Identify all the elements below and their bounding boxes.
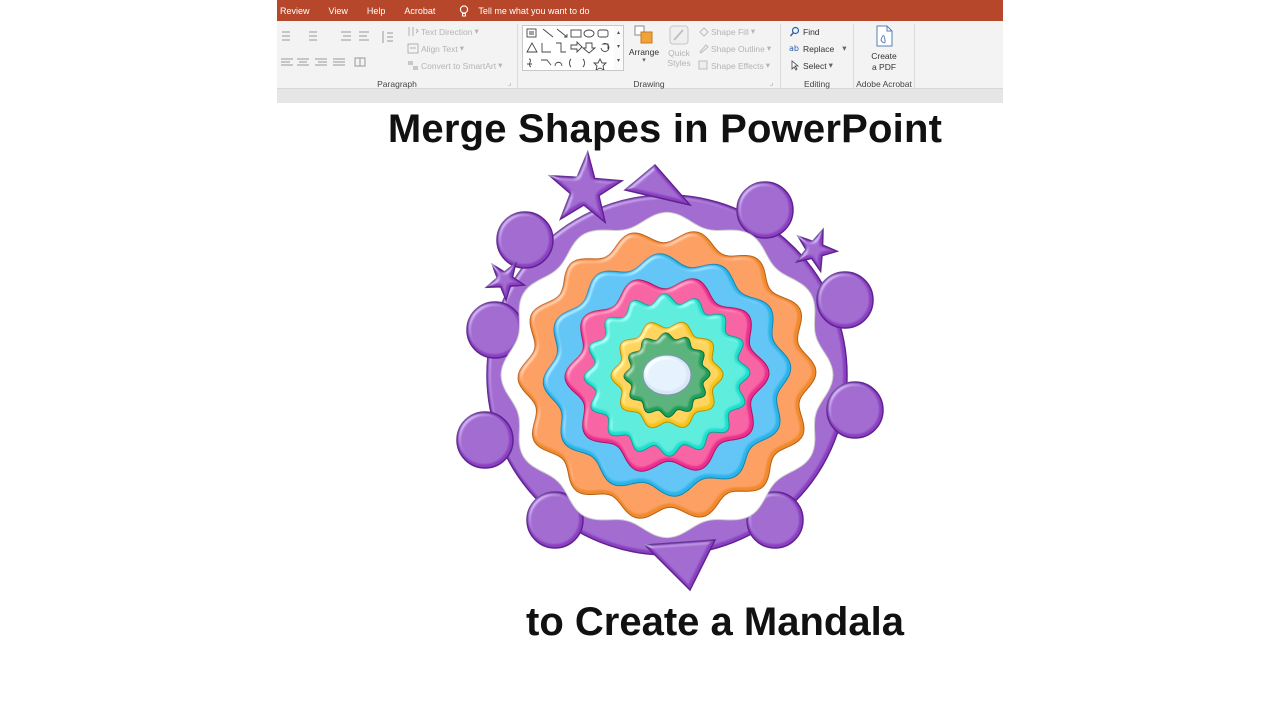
create-pdf-button[interactable]: Create a PDF xyxy=(854,24,914,73)
shape-effects-label: Shape Effects xyxy=(711,60,764,71)
lightbulb-icon xyxy=(460,4,469,17)
text-direction-label: Text Direction xyxy=(421,26,473,37)
ribbon: Text Direction ▾ Align Text ▾ Convert to… xyxy=(277,21,1003,90)
smartart-icon xyxy=(408,61,418,70)
menu-bar: Review View Help Acrobat Tell me what yo… xyxy=(277,0,1003,21)
shape-outline-label: Shape Outline xyxy=(711,43,765,54)
powerpoint-ribbon-area: Review View Help Acrobat Tell me what yo… xyxy=(277,0,1003,103)
convert-smartart-label: Convert to SmartArt xyxy=(421,60,497,71)
align-text-button[interactable]: Align Text ▾ xyxy=(407,43,464,54)
text-direction-icon xyxy=(408,27,419,36)
drawing-group: ▴ ▾ ▾ Arrange ▾ Quick Styles Shape Fill ▾ … xyxy=(518,21,780,89)
arrange-icon xyxy=(634,25,653,44)
mandala-center xyxy=(642,354,692,396)
mandala-spike xyxy=(643,539,717,592)
acrobat-group-label: Adobe Acrobat xyxy=(856,79,912,89)
acrobat-group: Create a PDF Adobe Acrobat xyxy=(854,21,914,89)
align-text-icon xyxy=(407,43,419,54)
drawing-group-label: Drawing xyxy=(633,79,665,89)
tab-review[interactable]: Review xyxy=(277,6,313,16)
arrange-button[interactable]: Arrange ▾ xyxy=(626,24,662,65)
find-button[interactable]: Find xyxy=(789,26,820,37)
slide-title: Merge Shapes in PowerPoint xyxy=(387,107,943,151)
text-direction-button[interactable]: Text Direction ▾ xyxy=(407,26,479,37)
shape-fill-label: Shape Fill xyxy=(711,26,749,37)
mandala-graphic xyxy=(456,150,884,592)
tab-acrobat[interactable]: Acrobat xyxy=(401,6,438,16)
convert-smartart-button[interactable]: Convert to SmartArt ▾ xyxy=(407,60,502,71)
search-icon xyxy=(789,26,800,37)
tell-me-label: Tell me what you want to do xyxy=(478,5,590,16)
shape-effects-button[interactable]: Shape Effects ▾ xyxy=(698,60,770,71)
mandala-bump xyxy=(456,411,514,469)
mandala-bump xyxy=(816,271,874,329)
pdf-icon xyxy=(876,25,893,47)
ribbon-bottom-strip xyxy=(277,88,1003,103)
mandala-bump xyxy=(496,211,554,269)
slide-subtitle: to Create a Mandala xyxy=(526,600,904,644)
tab-help[interactable]: Help xyxy=(364,6,389,16)
paragraph-group-label: Paragraph xyxy=(377,79,417,89)
paint-bucket-icon xyxy=(699,27,709,37)
mandala-bump xyxy=(826,381,884,439)
shapes-gallery-icons xyxy=(526,28,610,71)
paragraph-group: Text Direction ▾ Align Text ▾ Convert to… xyxy=(277,21,517,89)
pen-icon xyxy=(699,44,709,54)
create-pdf-label-1: Create xyxy=(871,51,897,61)
shape-outline-button[interactable]: Shape Outline ▾ xyxy=(698,43,771,54)
quick-styles-label-1: Quick xyxy=(668,48,690,58)
align-text-label: Align Text xyxy=(421,43,458,54)
select-button[interactable]: Select ▾ xyxy=(789,60,833,71)
select-label: Select xyxy=(803,60,827,71)
shapes-gallery-scroll[interactable]: ▴ ▾ ▾ xyxy=(614,25,624,71)
mandala-bump xyxy=(736,181,794,239)
quick-styles-icon xyxy=(669,25,689,45)
replace-button[interactable]: ab Replace ▾ xyxy=(789,43,846,54)
paragraph-launcher-icon[interactable]: ⌟ xyxy=(508,80,515,87)
shapes-gallery[interactable] xyxy=(522,25,616,71)
shape-fill-button[interactable]: Shape Fill ▾ xyxy=(698,26,755,37)
cursor-icon xyxy=(791,60,800,71)
replace-label: Replace xyxy=(803,43,835,54)
quick-styles-label-2: Styles xyxy=(667,58,691,68)
replace-icon: ab xyxy=(789,44,799,53)
arrange-label: Arrange xyxy=(628,47,660,57)
drawing-launcher-icon[interactable]: ⌟ xyxy=(770,80,777,87)
find-label: Find xyxy=(803,26,820,37)
editing-group-label: Editing xyxy=(804,79,830,89)
tab-view[interactable]: View xyxy=(326,6,351,16)
tell-me-search[interactable]: Tell me what you want to do xyxy=(459,4,590,17)
svg-text:ab: ab xyxy=(789,44,799,53)
create-pdf-label-2: a PDF xyxy=(871,62,897,72)
editing-group: Find ab Replace ▾ Select ▾ Editing xyxy=(781,21,853,90)
quick-styles-button[interactable]: Quick Styles xyxy=(662,24,696,68)
paragraph-icons xyxy=(281,31,393,67)
shape-effects-icon xyxy=(698,60,708,70)
